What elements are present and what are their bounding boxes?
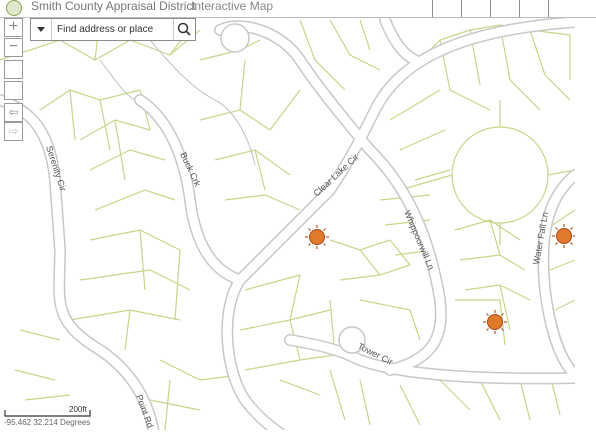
bottom-margin [0, 430, 596, 446]
search-input[interactable] [53, 19, 171, 40]
toolbar-button[interactable] [519, 0, 548, 17]
toolbar-button[interactable] [461, 0, 490, 17]
app-subtitle: Interactive Map [191, 0, 274, 13]
scale-label: 200ft [69, 405, 87, 414]
zoom-out-button[interactable]: − [4, 38, 23, 57]
back-extent-button[interactable]: ⇦ [4, 103, 23, 122]
search-box [30, 18, 196, 41]
toolbar-button[interactable] [548, 0, 577, 17]
forward-extent-button[interactable]: ⇨ [4, 122, 23, 141]
search-button[interactable] [173, 19, 195, 40]
full-extent-button[interactable] [4, 60, 23, 79]
toolbar-button[interactable] [490, 0, 519, 17]
dropdown-icon[interactable] [31, 19, 52, 40]
logo-icon [6, 0, 22, 16]
app-title: Smith County Appraisal District [31, 0, 196, 13]
search-icon [177, 22, 191, 36]
zoom-in-button[interactable]: + [4, 18, 23, 37]
map-canvas[interactable]: Serenity Cir Buck Crk Clear Lake Cir Whi… [0, 0, 596, 446]
coordinate-readout: -95.462 32.214 Degrees [4, 418, 91, 427]
app-header: Smith County Appraisal District Interact… [0, 0, 596, 18]
right-margin [575, 17, 596, 446]
locate-button[interactable] [4, 81, 23, 100]
toolbar-button[interactable] [432, 0, 461, 17]
